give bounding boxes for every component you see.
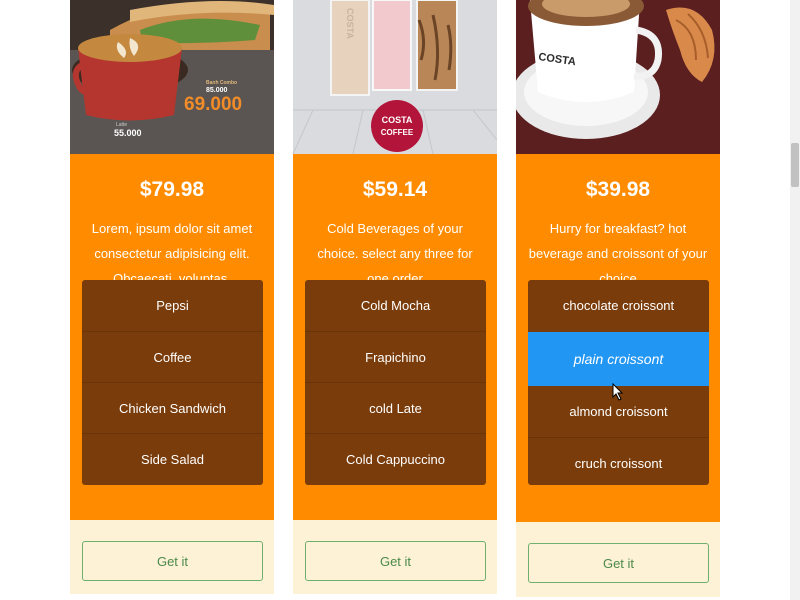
options-list: Cold Mocha Frapichino cold Late Cold Cap… <box>305 280 486 485</box>
option-item[interactable]: Cold Mocha <box>305 280 486 331</box>
price: $59.14 <box>362 178 428 201</box>
get-it-button[interactable]: Get it <box>305 541 486 581</box>
price: $39.98 <box>585 178 651 201</box>
mouse-pointer-icon <box>612 383 624 401</box>
card-body: $39.98 Hurry for breakfast? hot beverage… <box>516 154 720 522</box>
logo-line-1: COSTA <box>382 115 413 125</box>
option-item-selected[interactable]: plain croissont <box>528 332 709 386</box>
logo-line-2: COFFEE <box>381 128 414 137</box>
option-item[interactable]: cruch croissont <box>528 437 709 488</box>
options-list: Pepsi Coffee Chicken Sandwich Side Salad <box>82 280 263 485</box>
option-item[interactable]: Side Salad <box>82 433 263 484</box>
combo-label: Banh Combo <box>206 80 237 86</box>
card-footer: Get it <box>516 522 720 597</box>
card-footer: Get it <box>293 520 497 594</box>
coffee-croissant-image: COSTA <box>516 0 720 154</box>
option-item[interactable]: Frapichino <box>305 331 486 382</box>
combo-price: 69.000 <box>184 94 242 115</box>
coffee-sandwich-image: Banh Combo 85.000 69.000 Latte 55.000 <box>70 0 274 154</box>
option-item[interactable]: Coffee <box>82 331 263 382</box>
get-it-button[interactable]: Get it <box>82 541 263 581</box>
scrollbar-thumb[interactable] <box>791 143 799 187</box>
option-item[interactable]: cold Late <box>305 382 486 433</box>
card-body: $79.98 Lorem, ipsum dolor sit amet conse… <box>70 154 274 520</box>
option-item[interactable]: Cold Cappuccino <box>305 433 486 484</box>
combo-old-price: 85.000 <box>206 87 228 94</box>
cold-drinks-image: COSTA COSTA COFFEE <box>293 0 497 154</box>
option-item[interactable]: Pepsi <box>82 280 263 331</box>
cup-brand-text: COSTA <box>345 8 355 39</box>
card-body: $59.14 Cold Beverages of your choice. se… <box>293 154 497 520</box>
page-scrollbar[interactable] <box>790 0 800 600</box>
card-footer: Get it <box>70 520 274 594</box>
price: $79.98 <box>139 178 205 201</box>
option-item[interactable]: Chicken Sandwich <box>82 382 263 433</box>
card-image: Banh Combo 85.000 69.000 Latte 55.000 <box>70 0 274 154</box>
get-it-button[interactable]: Get it <box>528 543 709 583</box>
product-card: COSTA $39.98 Hurry for breakfast? hot be… <box>516 0 720 597</box>
product-card: COSTA COSTA COFFEE $59.14 Cold Beverages… <box>293 0 497 594</box>
option-item[interactable]: chocolate croissont <box>528 280 709 331</box>
latte-price: 55.000 <box>114 128 142 138</box>
product-card: Banh Combo 85.000 69.000 Latte 55.000 $7… <box>70 0 274 594</box>
card-image: COSTA <box>516 0 720 154</box>
card-image: COSTA COSTA COFFEE <box>293 0 497 154</box>
